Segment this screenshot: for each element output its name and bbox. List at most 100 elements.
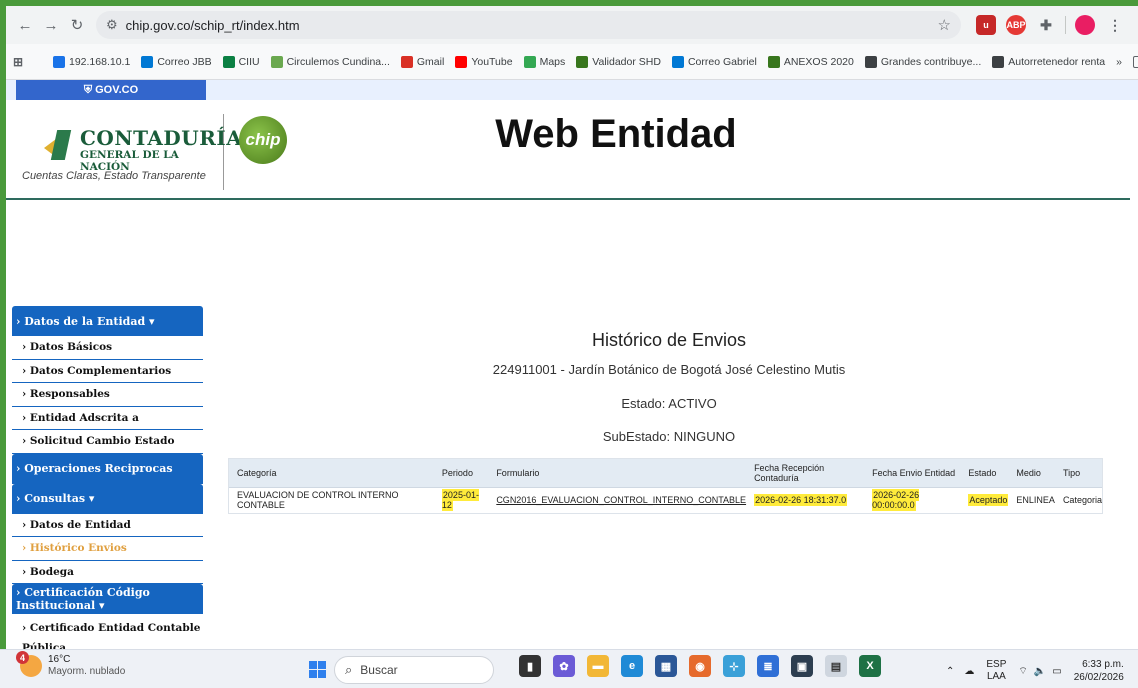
lang-layout: LAA xyxy=(986,671,1006,682)
folder-icon xyxy=(1133,55,1138,68)
sidebar-section-operaciones-reciprocas[interactable]: › Operaciones Reciprocas xyxy=(12,453,203,484)
apps-grid-icon[interactable]: ⊞ xyxy=(12,55,28,69)
mail-icon xyxy=(671,55,684,68)
forward-arrow-icon[interactable]: → xyxy=(40,14,62,36)
sidebar-item-historico-envios[interactable]: › Histórico Envios xyxy=(12,537,203,561)
column-header-tipo[interactable]: Tipo xyxy=(1054,459,1102,488)
gov-co-link[interactable]: ⛨ GOV.CO xyxy=(16,80,206,100)
battery-icon[interactable]: ▭ xyxy=(1052,666,1061,677)
grid-icon xyxy=(222,55,235,68)
globe-icon xyxy=(992,55,1005,68)
bookmark-label: Maps xyxy=(539,55,566,68)
bookmark-validador-shd[interactable]: Validador SHD xyxy=(576,55,661,68)
copilot-icon[interactable]: ✿ xyxy=(553,655,575,677)
network-app-icon[interactable]: ⊹ xyxy=(723,655,745,677)
entity-substatus: SubEstado: NINGUNO xyxy=(602,429,736,444)
sidebar-section-consultas[interactable]: › Consultas ▾ xyxy=(12,483,203,514)
toolbar-divider xyxy=(1065,16,1066,34)
bookmark-192-168-10-1[interactable]: 192.168.10.1 xyxy=(53,55,130,68)
sidebar-section-certificacion-codigo-institucional[interactable]: › Certificación Código Institucional ▾ xyxy=(12,584,203,614)
doc-icon xyxy=(767,55,780,68)
clock-date: 26/02/2026 xyxy=(1073,672,1124,683)
file-explorer-icon[interactable]: ▬ xyxy=(587,655,609,677)
address-url[interactable]: chip.gov.co/schip_rt/index.htm xyxy=(126,18,300,33)
weather-widget[interactable]: 4 16°C Mayorm. nublado xyxy=(16,651,125,678)
all-bookmarks-folder[interactable]: Todos los favoritos xyxy=(1133,55,1138,68)
entity-status: Estado: ACTIVO xyxy=(621,396,717,411)
pinned-apps: ▮ ✿ ▬ e ▦ ◉ ⊹ ≣ ▣ ▤ X xyxy=(513,655,887,677)
cell-value: Aceptado xyxy=(968,494,1009,507)
task-view-icon[interactable]: ▮ xyxy=(519,655,541,677)
menu-kebab-icon[interactable]: ⋮ xyxy=(1105,15,1125,35)
reload-icon[interactable]: ↻ xyxy=(66,14,88,36)
extensions-puzzle-icon[interactable]: ✚ xyxy=(1036,15,1056,35)
formulario-link[interactable]: CGN2016_EVALUACION_CONTROL_INTERNO_CONTA… xyxy=(496,495,746,505)
back-arrow-icon[interactable]: ← xyxy=(14,14,36,36)
column-header-formulario[interactable]: Formulario xyxy=(488,459,747,488)
edge-icon[interactable]: e xyxy=(621,655,643,677)
volume-icon[interactable]: 🔈 xyxy=(1034,666,1046,677)
site-header: CONTADURÍA GENERAL DE LA NACIÓN Cuentas … xyxy=(6,100,1130,200)
youtube-icon xyxy=(455,55,468,68)
onedrive-icon[interactable]: ☁ xyxy=(964,666,974,677)
bookmark-youtube[interactable]: YouTube xyxy=(455,55,513,68)
bookmark-autorretenedor-renta[interactable]: Autorretenedor renta xyxy=(992,55,1106,68)
sidebar-item-datos-basicos[interactable]: › Datos Básicos xyxy=(12,336,203,360)
profile-avatar-icon[interactable] xyxy=(1075,15,1095,35)
sidebar-item-solicitud-cambio-estado[interactable]: › Solicitud Cambio Estado xyxy=(12,430,203,454)
cell-fecha-envio-entidad: 2026-02-26 00:00:00.0 xyxy=(864,487,960,513)
address-bar[interactable]: ⚙ chip.gov.co/schip_rt/index.htm ☆ xyxy=(96,11,961,39)
chrome-icon[interactable]: ◉ xyxy=(689,655,711,677)
sidebar-item-responsables[interactable]: › Responsables xyxy=(12,383,203,407)
map-pin-icon xyxy=(523,55,536,68)
column-header-fecha-recepcion-contaduria[interactable]: Fecha Recepción Contaduría xyxy=(746,459,865,488)
column-header-periodo[interactable]: Periodo xyxy=(433,459,489,488)
bookmark-maps[interactable]: Maps xyxy=(523,55,566,68)
globe-icon xyxy=(864,55,877,68)
column-header-fecha-envio-entidad[interactable]: Fecha Envio Entidad xyxy=(864,459,961,488)
document-app-icon[interactable]: ▤ xyxy=(825,655,847,677)
bookmark-gmail[interactable]: Gmail xyxy=(400,55,444,68)
system-clock[interactable]: 6:33 p.m. 26/02/2026 xyxy=(1074,658,1124,684)
bookmark-circulemos-cundina[interactable]: Circulemos Cundina... xyxy=(270,55,390,68)
bookmark-ciiu[interactable]: CIIU xyxy=(222,55,260,68)
site-settings-icon[interactable]: ⚙ xyxy=(106,17,118,33)
bookmark-star-icon[interactable]: ☆ xyxy=(938,16,951,34)
bookmark-correo-jbb[interactable]: Correo JBB xyxy=(141,55,212,68)
cell-periodo: 2025-01-12 xyxy=(434,487,488,513)
windows-start-icon[interactable] xyxy=(309,661,326,678)
bookmark-correo-gabriel[interactable]: Correo Gabriel xyxy=(671,55,757,68)
bookmark-label: Circulemos Cundina... xyxy=(286,55,390,68)
taskbar-search-label: Buscar xyxy=(360,663,398,677)
sidebar-section-datos-de-la-entidad[interactable]: › Datos de la Entidad ▾ xyxy=(12,306,203,336)
bookmark-anexos-2020[interactable]: ANEXOS 2020 xyxy=(767,55,854,68)
bookmarks-overflow-button[interactable]: » xyxy=(1116,56,1122,68)
tray-chevron-icon[interactable]: ⌃ xyxy=(946,666,954,677)
notepad-icon[interactable]: ≣ xyxy=(757,655,779,677)
store-icon[interactable]: ▦ xyxy=(655,655,677,677)
search-icon: ⌕ xyxy=(345,662,353,677)
language-indicator[interactable]: ESP LAA xyxy=(986,659,1006,683)
bookmark-grandes-contribuye[interactable]: Grandes contribuye... xyxy=(864,55,981,68)
cell-formulario: CGN2016_EVALUACION_CONTROL_INTERNO_CONTA… xyxy=(488,487,746,513)
column-header-categoria[interactable]: Categoría xyxy=(229,459,434,488)
cell-fecha-recepcion-contaduria: 2026-02-26 18:31:37.0 xyxy=(746,487,864,513)
sidebar-item-bodega[interactable]: › Bodega xyxy=(12,560,203,584)
sidebar-item-datos-de-entidad[interactable]: › Datos de Entidad xyxy=(12,513,203,537)
sidebar-item-datos-complementarios[interactable]: › Datos Complementarios xyxy=(12,359,203,383)
terminal-icon[interactable]: ▣ xyxy=(791,655,813,677)
excel-icon[interactable]: X xyxy=(859,655,881,677)
cell-estado: Aceptado xyxy=(960,487,1009,513)
wifi-icon[interactable]: ⌔ xyxy=(1018,665,1027,678)
column-header-medio[interactable]: Medio xyxy=(1008,459,1055,488)
column-header-estado[interactable]: Estado xyxy=(960,459,1009,488)
ublock-extension-icon[interactable]: u xyxy=(976,15,996,35)
sidebar-item-entidad-adscrita-a[interactable]: › Entidad Adscrita a xyxy=(12,406,203,430)
bookmark-label: Autorretenedor renta xyxy=(1008,55,1106,68)
cell-categoria: EVALUACION DE CONTROL INTERNO CONTABLE xyxy=(229,487,434,513)
cell-tipo: Categoria xyxy=(1055,487,1102,513)
adblock-extension-icon[interactable]: ABP xyxy=(1006,15,1026,35)
lang-code: ESP xyxy=(986,659,1007,670)
sidebar-item-certificado-entidad-contable-publica[interactable]: › Certificado Entidad Contable Pública xyxy=(12,614,203,654)
taskbar-search[interactable]: ⌕ Buscar xyxy=(334,656,494,684)
